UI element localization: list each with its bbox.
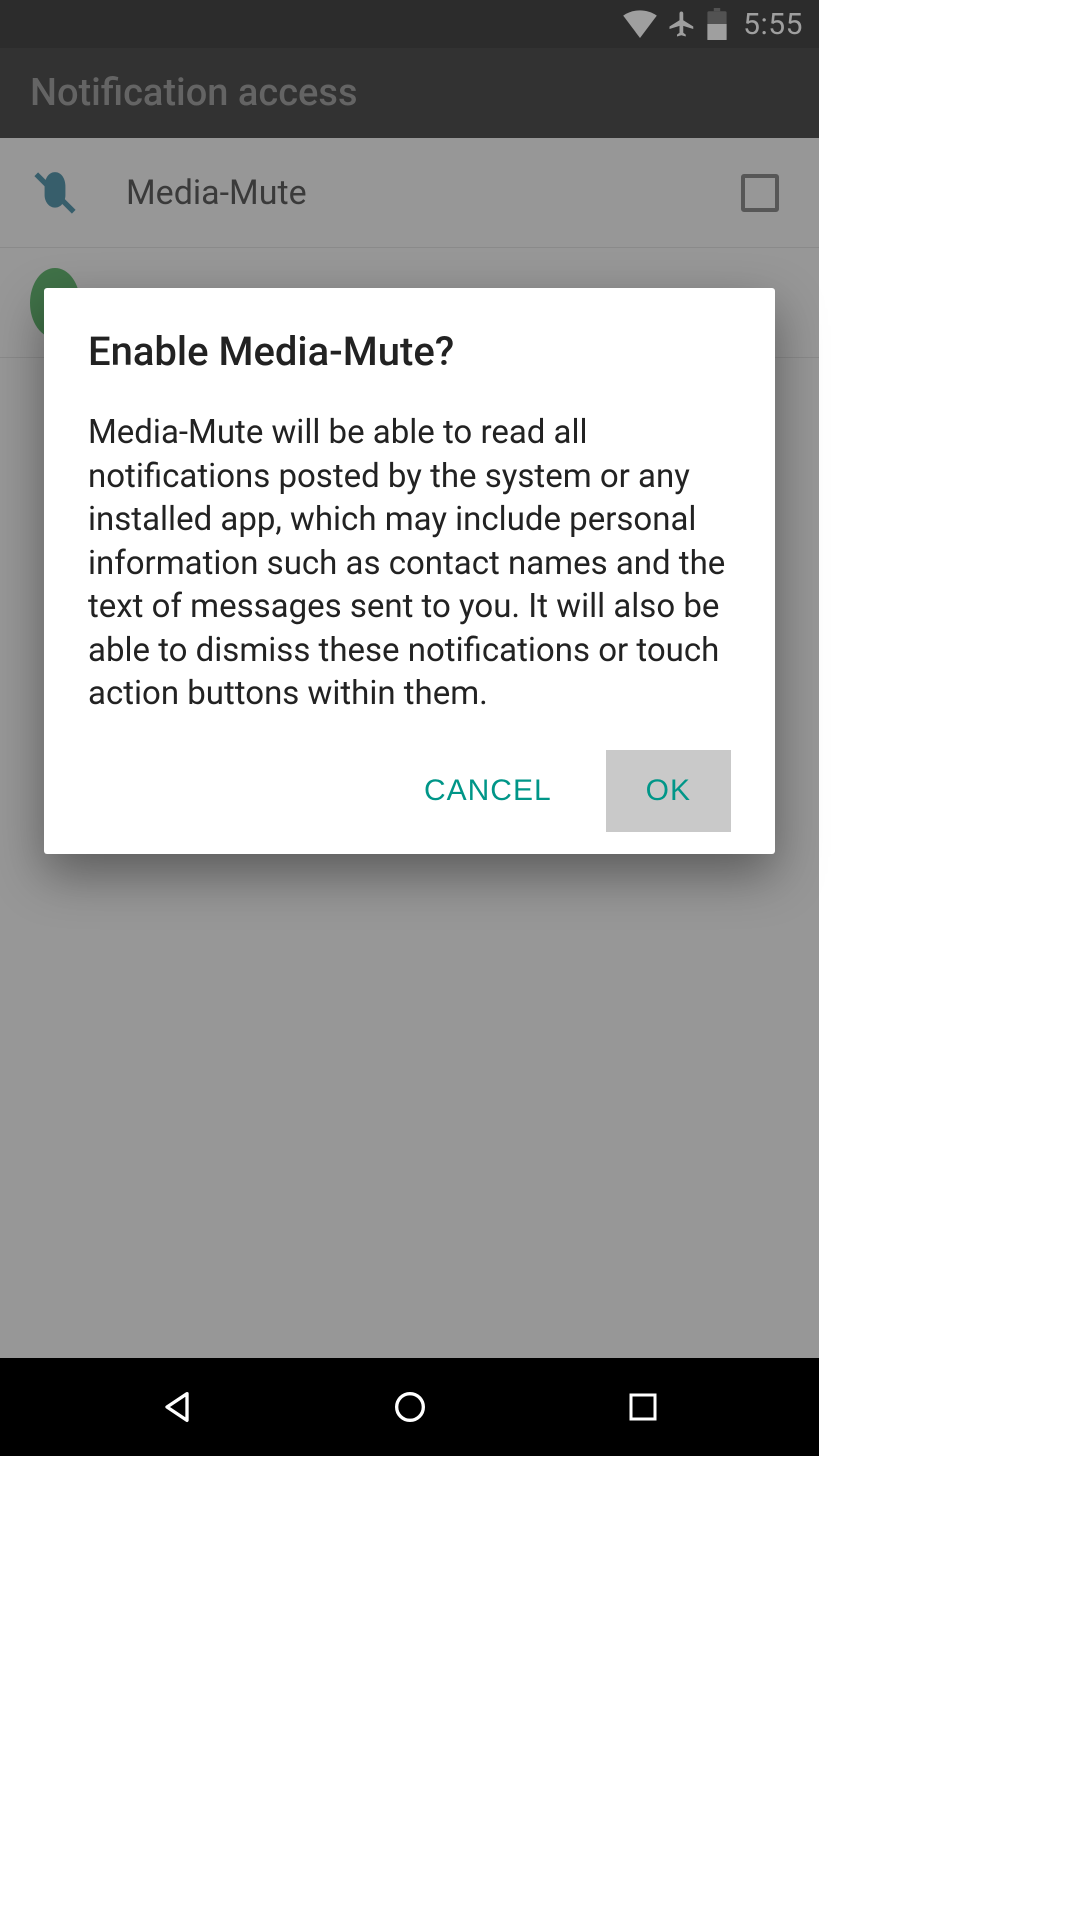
cancel-button[interactable]: CANCEL bbox=[394, 750, 582, 832]
confirm-dialog: Enable Media-Mute? Media-Mute will be ab… bbox=[44, 288, 775, 854]
navigation-bar bbox=[0, 1358, 819, 1456]
screen: 5:55 Notification access Media-Mute bbox=[0, 0, 819, 1456]
recents-button[interactable] bbox=[613, 1377, 673, 1437]
back-button[interactable] bbox=[147, 1377, 207, 1437]
ok-button[interactable]: OK bbox=[606, 750, 731, 832]
dialog-actions: CANCEL OK bbox=[88, 750, 731, 832]
dialog-body: Media-Mute will be able to read all noti… bbox=[88, 411, 731, 716]
dialog-title: Enable Media-Mute? bbox=[88, 328, 731, 375]
home-button[interactable] bbox=[380, 1377, 440, 1437]
